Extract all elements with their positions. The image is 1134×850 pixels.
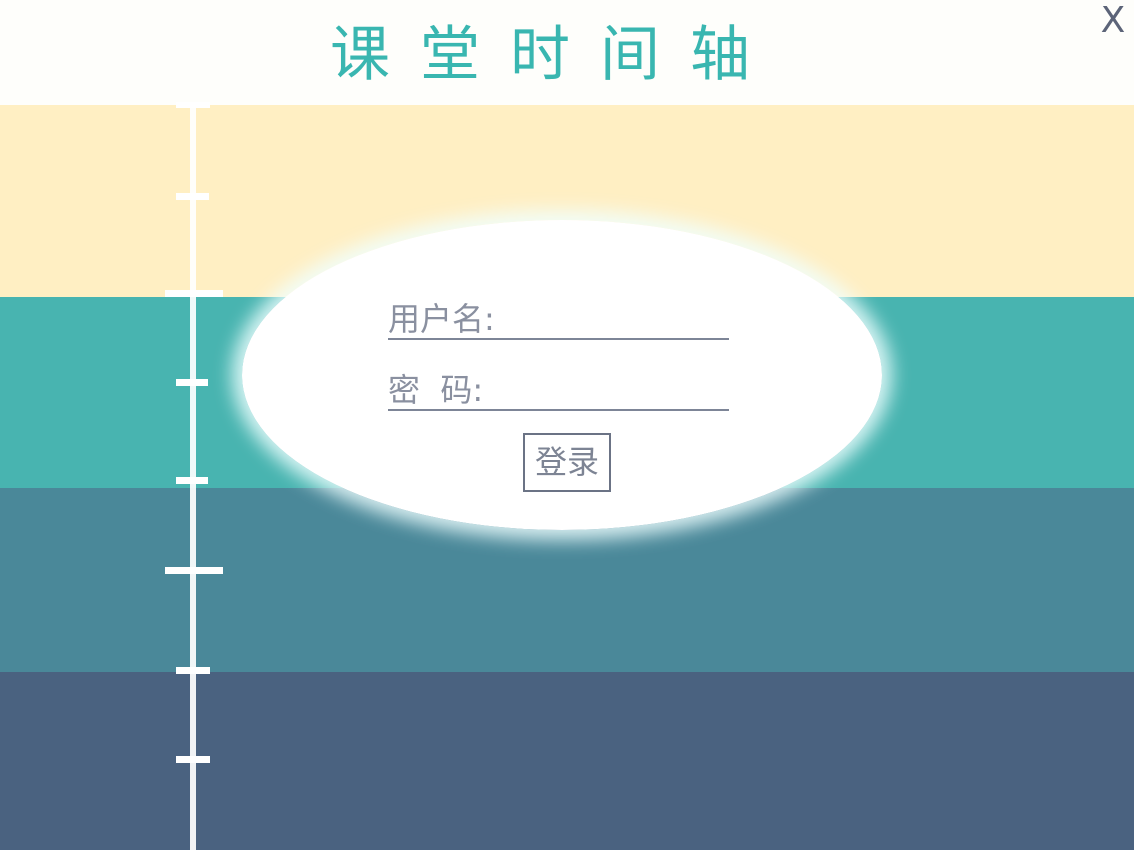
password-label: 密 码:: [388, 371, 484, 409]
username-row: 用户名:: [388, 298, 732, 340]
timeline-tick: [176, 102, 210, 108]
timeline-tick: [176, 667, 210, 674]
timeline-tick-major: [165, 290, 223, 297]
password-row: 密 码:: [388, 369, 732, 411]
login-button[interactable]: 登录: [523, 433, 611, 492]
timeline-tick: [176, 379, 208, 386]
timeline-tick-major: [165, 567, 223, 574]
password-input[interactable]: [518, 371, 732, 409]
timeline-tick: [176, 756, 210, 763]
close-icon[interactable]: X: [1096, 2, 1130, 40]
header-bar: 课堂时间轴 X: [0, 0, 1134, 105]
username-input[interactable]: [518, 300, 732, 338]
timeline-tick: [176, 477, 208, 484]
timeline-tick: [176, 193, 209, 200]
timeline-band-4: [0, 672, 1134, 850]
page-title: 课堂时间轴: [330, 20, 780, 90]
username-label: 用户名:: [388, 300, 495, 338]
